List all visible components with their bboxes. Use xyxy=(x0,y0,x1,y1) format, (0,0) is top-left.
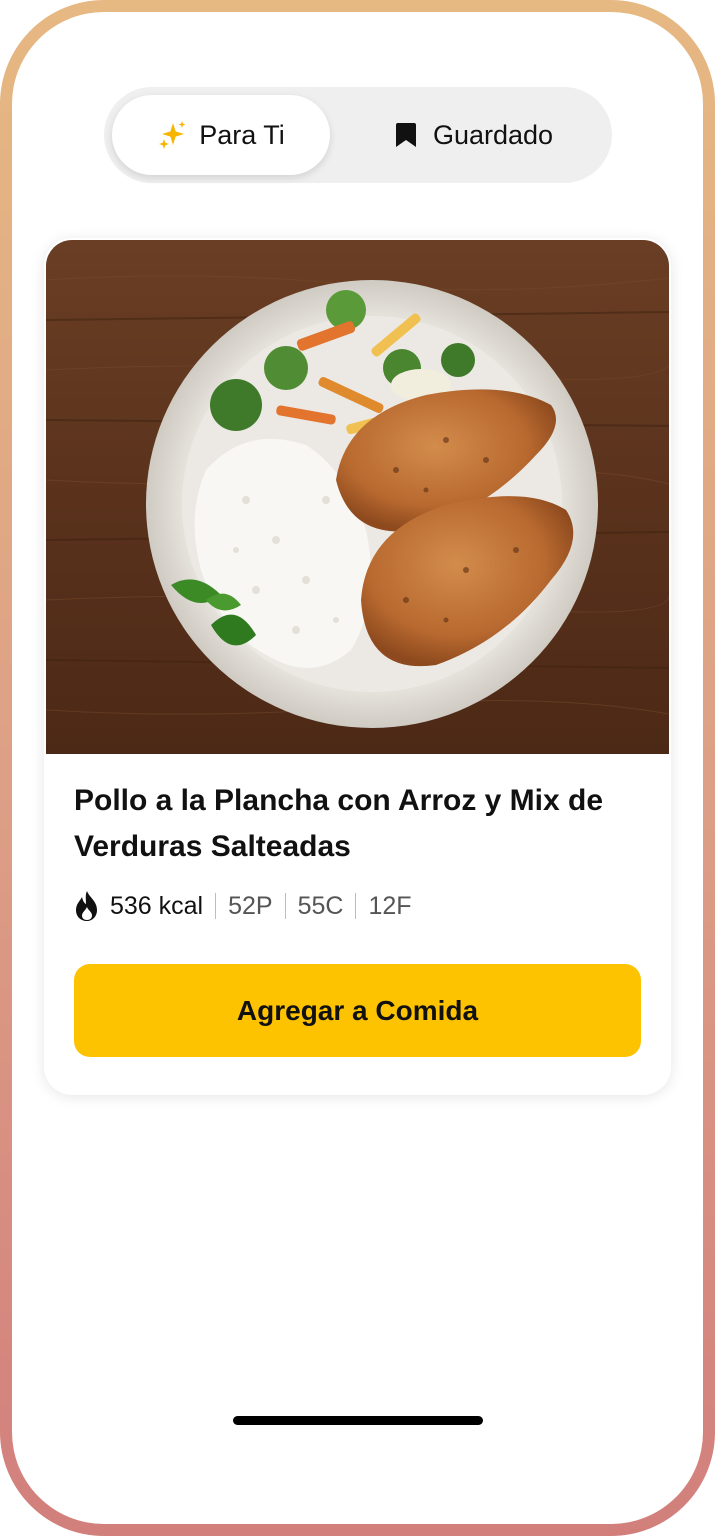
home-indicator[interactable] xyxy=(233,1416,483,1425)
macros-row: 536 kcal 52P 55C 12F xyxy=(72,888,412,924)
carbs-value: 55C xyxy=(297,891,344,920)
bookmark-icon xyxy=(391,120,421,150)
tab-label: Guardado xyxy=(432,119,554,150)
tab-guardado[interactable]: Guardado xyxy=(340,95,604,175)
calories-value: 536 kcal xyxy=(110,891,204,920)
divider xyxy=(284,893,286,919)
divider xyxy=(355,893,357,919)
tab-para-ti[interactable]: Para Ti xyxy=(112,95,330,175)
meal-card[interactable]: Pollo a la Plancha con Arroz y Mix de Ve… xyxy=(44,238,671,1095)
add-to-meal-button[interactable]: Agregar a Comida xyxy=(74,964,641,1057)
flame-icon xyxy=(72,890,102,922)
meal-photo xyxy=(46,240,669,754)
meal-title: Pollo a la Plancha con Arroz y Mix de Ve… xyxy=(74,784,604,863)
protein-value: 52P xyxy=(228,891,273,920)
divider xyxy=(215,893,217,919)
tab-label: Para Ti xyxy=(199,119,285,150)
app-screen: Para Ti Guardado Pollo a la Plancha con … xyxy=(12,12,703,1524)
device-frame: Para Ti Guardado Pollo a la Plancha con … xyxy=(0,0,715,1536)
fat-value: 12F xyxy=(368,891,412,920)
segmented-control: Para Ti Guardado xyxy=(104,87,612,183)
sparkles-icon xyxy=(157,120,187,150)
